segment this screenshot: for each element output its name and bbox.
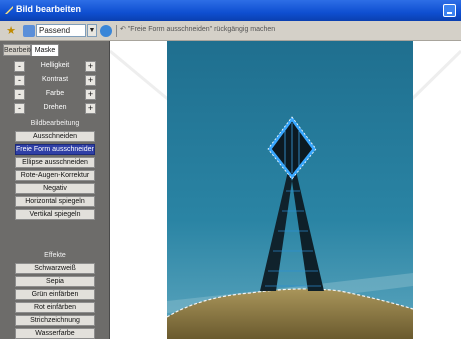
tab-bearbeiten[interactable]: Bearbeiten <box>3 44 38 56</box>
flip-horizontal-button[interactable]: Horizontal spiegeln <box>15 196 95 207</box>
image-canvas[interactable] <box>110 41 461 339</box>
effect-green-button[interactable]: Grün einfärben <box>15 289 95 300</box>
undo-link[interactable]: ↶ "Freie Form ausschneiden" rückgängig m… <box>120 25 275 33</box>
brightness-label: Helligkeit <box>40 62 70 69</box>
effect-bw-button[interactable]: Schwarzweiß <box>15 263 95 274</box>
photo <box>110 41 461 339</box>
adjust-contrast: - Kontrast + <box>14 75 96 86</box>
color-label: Farbe <box>45 90 65 97</box>
crop-button[interactable]: Ausschneiden <box>15 131 95 142</box>
effect-watercolor-button[interactable]: Wasserfarbe <box>15 328 95 339</box>
go-icon[interactable] <box>100 25 112 37</box>
effects-section-title: Effekte <box>44 252 66 259</box>
freeform-crop-button[interactable]: Freie Form ausschneiden <box>15 144 95 155</box>
rotate-plus-button[interactable]: + <box>85 103 96 114</box>
window-title: Bild bearbeiten <box>16 4 82 14</box>
brightness-minus-button[interactable]: - <box>14 61 25 72</box>
sidebar: Bearbeiten Maske - Helligkeit + - Kontra… <box>0 41 110 339</box>
toolbar: ★ Passend ▼ ↶ "Freie Form ausschneiden" … <box>0 21 461 41</box>
star-icon[interactable]: ★ <box>5 25 17 37</box>
tab-maske[interactable]: Maske <box>31 44 59 56</box>
minimize-icon[interactable] <box>443 4 456 17</box>
contrast-minus-button[interactable]: - <box>14 75 25 86</box>
adjust-rotate: - Drehen + <box>14 103 96 114</box>
zoom-icon[interactable] <box>23 25 35 37</box>
adjust-color: - Farbe + <box>14 89 96 100</box>
undo-label: "Freie Form ausschneiden" rückgängig mac… <box>127 26 276 33</box>
contrast-label: Kontrast <box>41 76 69 83</box>
adjust-brightness: - Helligkeit + <box>14 61 96 72</box>
toolbar-separator <box>116 25 117 37</box>
flip-vertical-button[interactable]: Vertikal spiegeln <box>15 209 95 220</box>
color-minus-button[interactable]: - <box>14 89 25 100</box>
brightness-plus-button[interactable]: + <box>85 61 96 72</box>
editing-section-title: Bildbearbeitung <box>30 120 80 127</box>
effect-sketch-button[interactable]: Strichzeichnung <box>15 315 95 326</box>
color-plus-button[interactable]: + <box>85 89 96 100</box>
undo-icon: ↶ <box>120 26 128 33</box>
contrast-plus-button[interactable]: + <box>85 75 96 86</box>
zoom-select[interactable]: Passend <box>36 24 86 37</box>
title-bar: Bild bearbeiten <box>0 0 461 21</box>
rotate-minus-button[interactable]: - <box>14 103 25 114</box>
chevron-down-icon[interactable]: ▼ <box>87 24 97 37</box>
app-icon <box>5 6 13 14</box>
effect-red-button[interactable]: Rot einfärben <box>15 302 95 313</box>
effect-sepia-button[interactable]: Sepia <box>15 276 95 287</box>
ellipse-crop-button[interactable]: Ellipse ausschneiden <box>15 157 95 168</box>
sidebar-tabs: Bearbeiten Maske <box>0 44 110 56</box>
negative-button[interactable]: Negativ <box>15 183 95 194</box>
red-eye-button[interactable]: Rote-Augen-Korrektur <box>15 170 95 181</box>
rotate-label: Drehen <box>43 104 67 111</box>
